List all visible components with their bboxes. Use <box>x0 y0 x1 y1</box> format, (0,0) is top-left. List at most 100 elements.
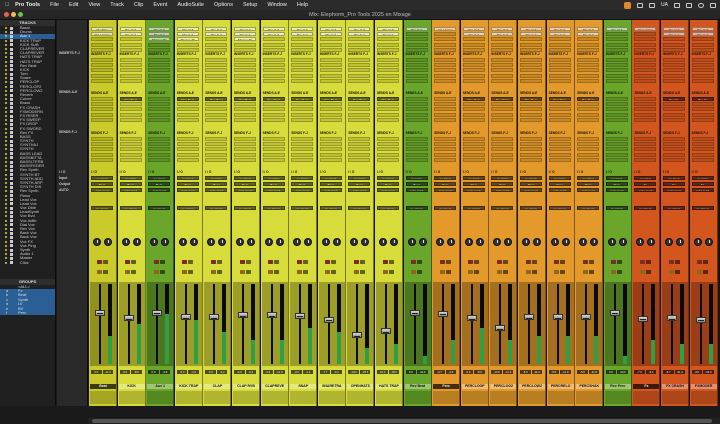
send-slot[interactable] <box>348 152 371 157</box>
insert-slot[interactable] <box>520 42 542 47</box>
pan-knob-left[interactable] <box>293 238 302 246</box>
send-slot[interactable] <box>291 107 314 112</box>
output-selector[interactable]: Beat <box>291 182 314 186</box>
send-slot[interactable] <box>148 107 171 112</box>
group-selector[interactable]: no group <box>348 206 371 210</box>
group-selector[interactable]: no group <box>119 206 142 210</box>
record-button[interactable] <box>468 260 474 264</box>
send-slot[interactable] <box>377 137 399 141</box>
send-slot[interactable] <box>520 152 542 157</box>
group-item[interactable]: f Perc <box>0 310 55 316</box>
automation-mode[interactable]: auto read <box>663 188 685 192</box>
send-slot[interactable] <box>691 147 714 152</box>
solo-button[interactable] <box>525 270 531 274</box>
group-selector[interactable]: no group <box>148 206 171 210</box>
automation-mode[interactable]: auto read <box>548 188 571 192</box>
insert-slot[interactable]: Pro-C 2 <box>377 32 399 37</box>
group-selector[interactable]: no group <box>319 206 342 210</box>
insert-slot[interactable]: Pro-Q 3 <box>405 27 428 31</box>
insert-slot[interactable] <box>205 42 228 47</box>
pan-knob-left[interactable] <box>579 238 588 246</box>
insert-slot[interactable] <box>119 78 142 83</box>
send-slot[interactable] <box>176 102 199 107</box>
insert-slot[interactable] <box>548 73 571 78</box>
mute-button[interactable] <box>359 270 365 274</box>
send-slot[interactable] <box>634 137 657 141</box>
track-show-icon[interactable] <box>5 186 7 189</box>
send-slot[interactable] <box>577 112 600 117</box>
mute-button[interactable] <box>474 270 480 274</box>
track-name[interactable]: OPENHATS <box>347 384 374 389</box>
insert-slot[interactable] <box>348 68 371 73</box>
insert-slot[interactable] <box>348 78 371 83</box>
send-slot[interactable] <box>520 102 542 107</box>
send-slot[interactable] <box>491 157 514 162</box>
send-slot[interactable] <box>91 147 113 152</box>
insert-slot[interactable] <box>405 78 428 83</box>
comments-field[interactable] <box>404 391 431 404</box>
automation-mode[interactable]: auto read <box>148 188 171 192</box>
solo-button[interactable] <box>697 270 703 274</box>
mute-button[interactable] <box>274 270 280 274</box>
insert-slot[interactable] <box>176 78 199 83</box>
track-name[interactable]: SNAP <box>290 384 317 389</box>
track-show-icon[interactable] <box>5 165 7 168</box>
track-show-icon[interactable] <box>5 202 7 205</box>
send-slot[interactable] <box>634 112 657 117</box>
menu-event[interactable]: Event <box>153 2 167 8</box>
record-button[interactable] <box>639 260 645 264</box>
input-selector[interactable]: no input <box>148 176 171 180</box>
pan-knob-right[interactable] <box>161 238 170 246</box>
pan-knob-right[interactable] <box>390 238 398 246</box>
insert-slot[interactable] <box>634 78 657 83</box>
output-selector[interactable]: Perc <box>548 182 571 186</box>
track-show-icon[interactable] <box>5 119 7 122</box>
insert-slot[interactable] <box>462 63 485 68</box>
group-selector[interactable]: no group <box>491 206 514 210</box>
volume-fader[interactable] <box>266 312 277 319</box>
pan-knob-left[interactable] <box>665 238 673 246</box>
record-button[interactable] <box>411 260 417 264</box>
send-slot[interactable] <box>148 157 171 162</box>
send-slot[interactable] <box>176 157 199 162</box>
volume-fader[interactable] <box>209 314 220 321</box>
insert-slot[interactable]: Pro-C 2 <box>548 32 571 37</box>
insert-slot[interactable] <box>234 42 256 47</box>
mute-button[interactable] <box>645 270 651 274</box>
send-slot[interactable]: Rev Beat <box>319 97 342 101</box>
track-name[interactable]: Rev Beat <box>404 384 431 389</box>
send-slot[interactable] <box>605 97 628 101</box>
volume-value[interactable]: -5.0 <box>176 370 188 374</box>
volume-fader[interactable] <box>152 309 163 316</box>
comments-field[interactable] <box>290 391 317 404</box>
comments-field[interactable] <box>376 391 402 404</box>
app-menu[interactable]: Pro Tools <box>15 2 40 8</box>
pro-tools-status-icon[interactable] <box>624 1 632 9</box>
send-slot[interactable] <box>262 117 285 122</box>
pan-knob-right[interactable] <box>418 238 427 246</box>
volume-value[interactable]: 0.0 <box>148 370 159 374</box>
insert-slot[interactable] <box>663 78 685 83</box>
track-show-icon[interactable] <box>5 156 7 159</box>
track-name[interactable]: CLAPREVE <box>261 384 288 389</box>
insert-slot[interactable]: Pro Limiter <box>91 32 113 37</box>
insert-slot[interactable] <box>148 68 171 73</box>
minimize-window-icon[interactable] <box>11 12 16 17</box>
volume-fader[interactable] <box>581 314 592 321</box>
mute-button[interactable] <box>216 270 222 274</box>
send-slot[interactable] <box>176 142 199 147</box>
insert-slot[interactable] <box>462 42 485 47</box>
group-selector[interactable]: no group <box>605 206 628 210</box>
send-slot[interactable] <box>377 102 399 107</box>
volume-fader[interactable] <box>638 315 649 322</box>
send-slot[interactable] <box>176 107 199 112</box>
track-show-icon[interactable] <box>5 131 7 134</box>
insert-slot[interactable] <box>176 63 199 68</box>
send-slot[interactable] <box>348 157 371 162</box>
menu-help[interactable]: Help <box>297 2 308 8</box>
input-selector[interactable]: no input <box>319 176 342 180</box>
insert-slot[interactable] <box>119 42 142 47</box>
track-show-icon[interactable] <box>5 144 7 147</box>
send-slot[interactable] <box>520 117 542 122</box>
zoom-window-icon[interactable] <box>18 12 23 17</box>
